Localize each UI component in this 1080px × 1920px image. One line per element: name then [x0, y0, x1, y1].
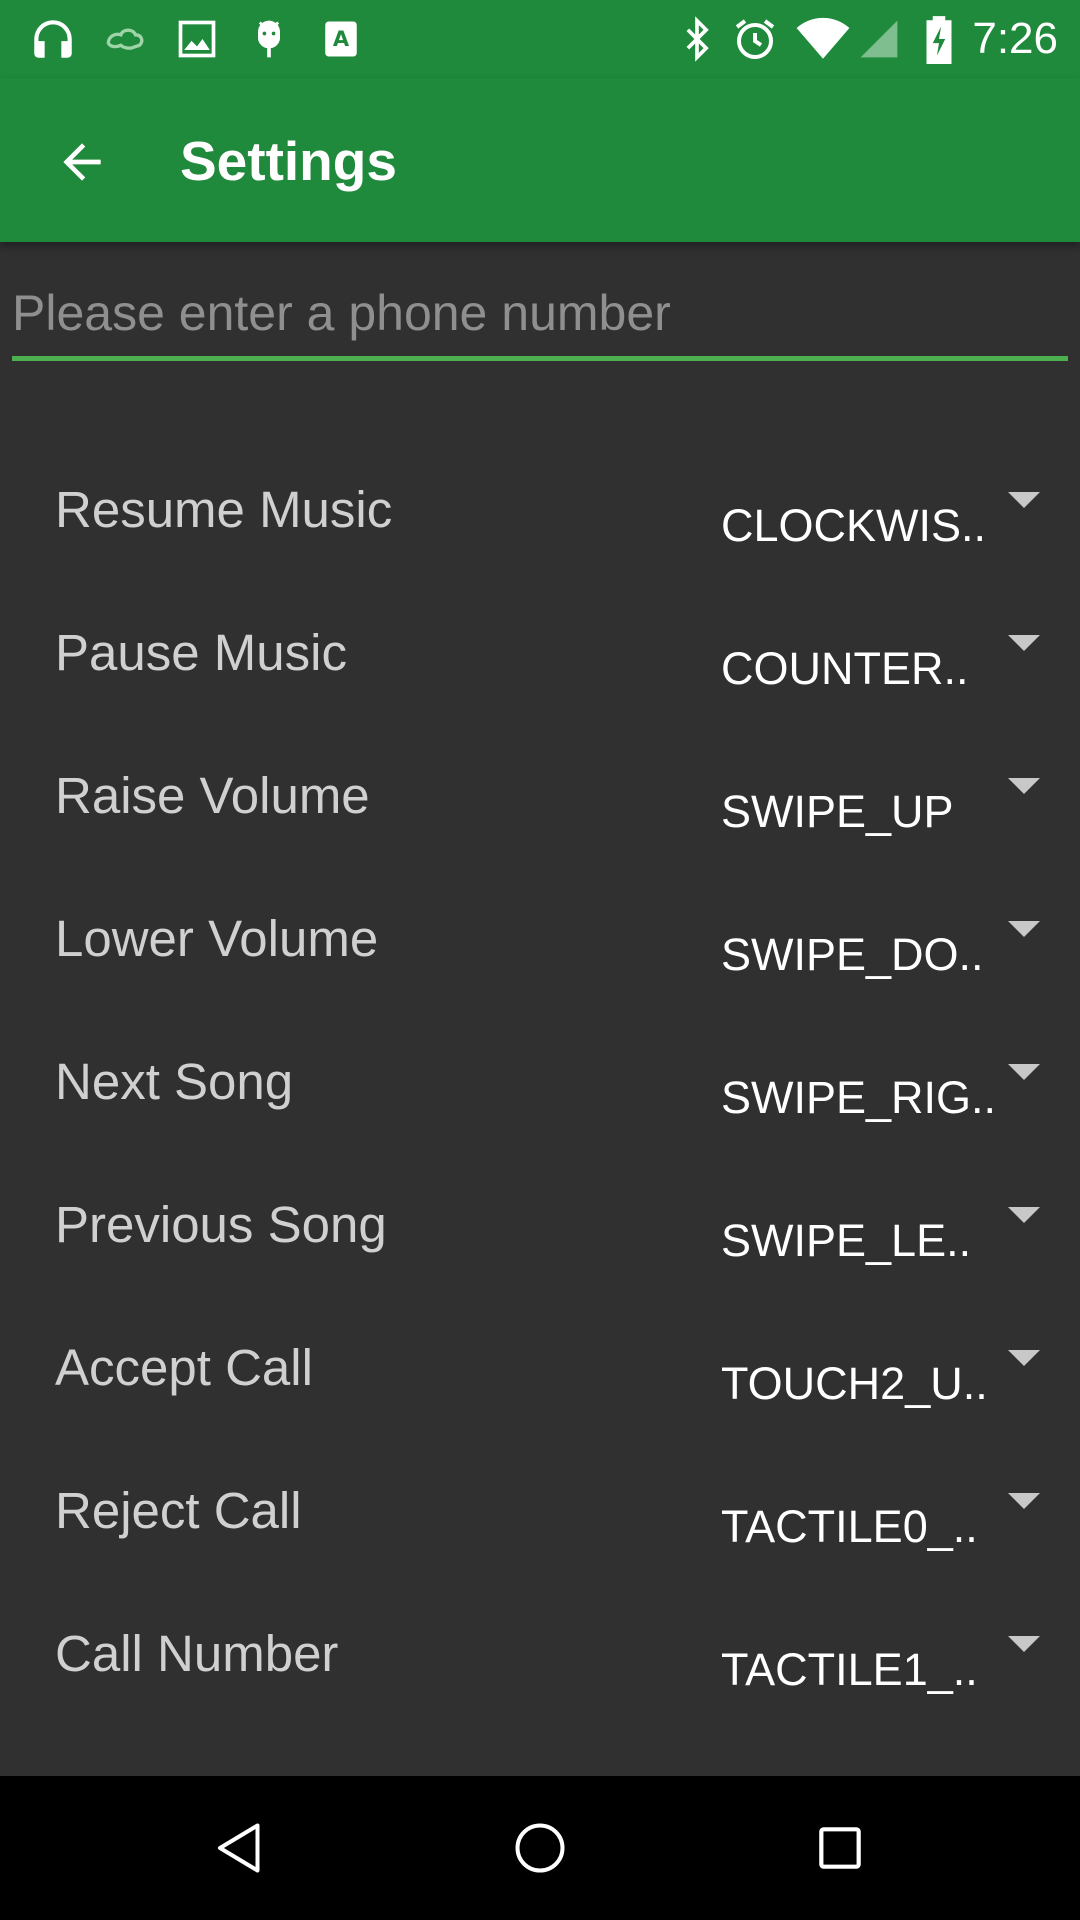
spinner-value: TACTILE1_..	[721, 1644, 978, 1695]
status-time: 7:26	[972, 14, 1058, 63]
setting-label: Resume Music	[55, 481, 393, 538]
setting-label: Next Song	[55, 1053, 294, 1110]
spinner-value: SWIPE_LE..	[721, 1215, 972, 1266]
nav-recents-button[interactable]	[790, 1798, 890, 1898]
setting-row-lower-volume: Lower Volume SWIPE_DO..	[0, 869, 1080, 1012]
dropdown-arrow-icon	[1008, 921, 1040, 937]
status-bar: A 7:26	[0, 0, 1080, 78]
dropdown-arrow-icon	[1008, 1207, 1040, 1223]
spinner-value: CLOCKWIS..	[721, 500, 987, 551]
setting-label: Call Number	[55, 1625, 339, 1682]
arrow-back-icon	[63, 143, 101, 181]
navigation-bar	[0, 1776, 1080, 1920]
wifi-icon	[796, 12, 850, 66]
gesture-spinner-pause-music[interactable]: COUNTER..	[700, 623, 1050, 713]
headphones-icon	[26, 12, 80, 66]
android-icon	[242, 12, 296, 66]
gesture-spinner-raise-volume[interactable]: SWIPE_UP	[700, 766, 1050, 856]
setting-label: Raise Volume	[55, 767, 370, 824]
setting-row-accept-call: Accept Call TOUCH2_U..	[0, 1298, 1080, 1441]
spinner-value: TACTILE0_..	[721, 1501, 978, 1552]
setting-label: Reject Call	[55, 1482, 302, 1539]
gesture-spinner-accept-call[interactable]: TOUCH2_U..	[700, 1338, 1050, 1428]
setting-row-pause-music: Pause Music COUNTER..	[0, 583, 1080, 726]
setting-label: Accept Call	[55, 1339, 313, 1396]
setting-row-call-number: Call Number TACTILE1_..	[0, 1584, 1080, 1727]
image-icon	[170, 12, 224, 66]
setting-label: Lower Volume	[55, 910, 379, 967]
recents-icon	[819, 1827, 861, 1869]
setting-row-resume-music: Resume Music CLOCKWIS..	[0, 440, 1080, 583]
setting-row-reject-call: Reject Call TACTILE0_..	[0, 1441, 1080, 1584]
dropdown-arrow-icon	[1008, 635, 1040, 651]
gesture-spinner-previous-song[interactable]: SWIPE_LE..	[700, 1195, 1050, 1285]
back-button[interactable]	[34, 114, 130, 210]
app-bar: Settings	[0, 78, 1080, 242]
spinner-value: TOUCH2_U..	[721, 1358, 988, 1409]
nav-back-button[interactable]	[190, 1798, 290, 1898]
settings-list: Resume Music CLOCKWIS.. Pause Music COUN…	[0, 440, 1080, 1727]
setting-row-raise-volume: Raise Volume SWIPE_UP	[0, 726, 1080, 869]
gesture-spinner-resume-music[interactable]: CLOCKWIS..	[700, 480, 1050, 570]
signal-icon	[852, 12, 906, 66]
bluetooth-icon	[670, 12, 724, 66]
setting-row-previous-song: Previous Song SWIPE_LE..	[0, 1155, 1080, 1298]
dropdown-arrow-icon	[1008, 492, 1040, 508]
spinner-value: SWIPE_RIG..	[721, 1072, 997, 1123]
cloud-sync-icon	[98, 12, 152, 66]
dropdown-arrow-icon	[1008, 778, 1040, 794]
spinner-value: SWIPE_UP	[721, 786, 954, 837]
back-icon	[218, 1823, 260, 1873]
gesture-spinner-lower-volume[interactable]: SWIPE_DO..	[700, 909, 1050, 999]
home-icon	[515, 1823, 565, 1873]
dropdown-arrow-icon	[1008, 1350, 1040, 1366]
gesture-spinner-reject-call[interactable]: TACTILE0_..	[700, 1481, 1050, 1571]
phone-number-input[interactable]	[12, 270, 1068, 361]
spinner-value: SWIPE_DO..	[721, 929, 984, 980]
alarm-icon	[728, 12, 782, 66]
setting-row-next-song: Next Song SWIPE_RIG..	[0, 1012, 1080, 1155]
nav-home-button[interactable]	[490, 1798, 590, 1898]
svg-text:A: A	[333, 27, 350, 51]
gesture-spinner-next-song[interactable]: SWIPE_RIG..	[700, 1052, 1050, 1142]
spinner-value: COUNTER..	[721, 643, 969, 694]
dropdown-arrow-icon	[1008, 1493, 1040, 1509]
gesture-spinner-call-number[interactable]: TACTILE1_..	[700, 1624, 1050, 1714]
setting-label: Previous Song	[55, 1196, 387, 1253]
battery-charging-icon	[912, 12, 966, 66]
page-title: Settings	[180, 130, 397, 192]
dropdown-arrow-icon	[1008, 1636, 1040, 1652]
setting-label: Pause Music	[55, 624, 347, 681]
dropdown-arrow-icon	[1008, 1064, 1040, 1080]
keyboard-a-icon: A	[314, 12, 368, 66]
